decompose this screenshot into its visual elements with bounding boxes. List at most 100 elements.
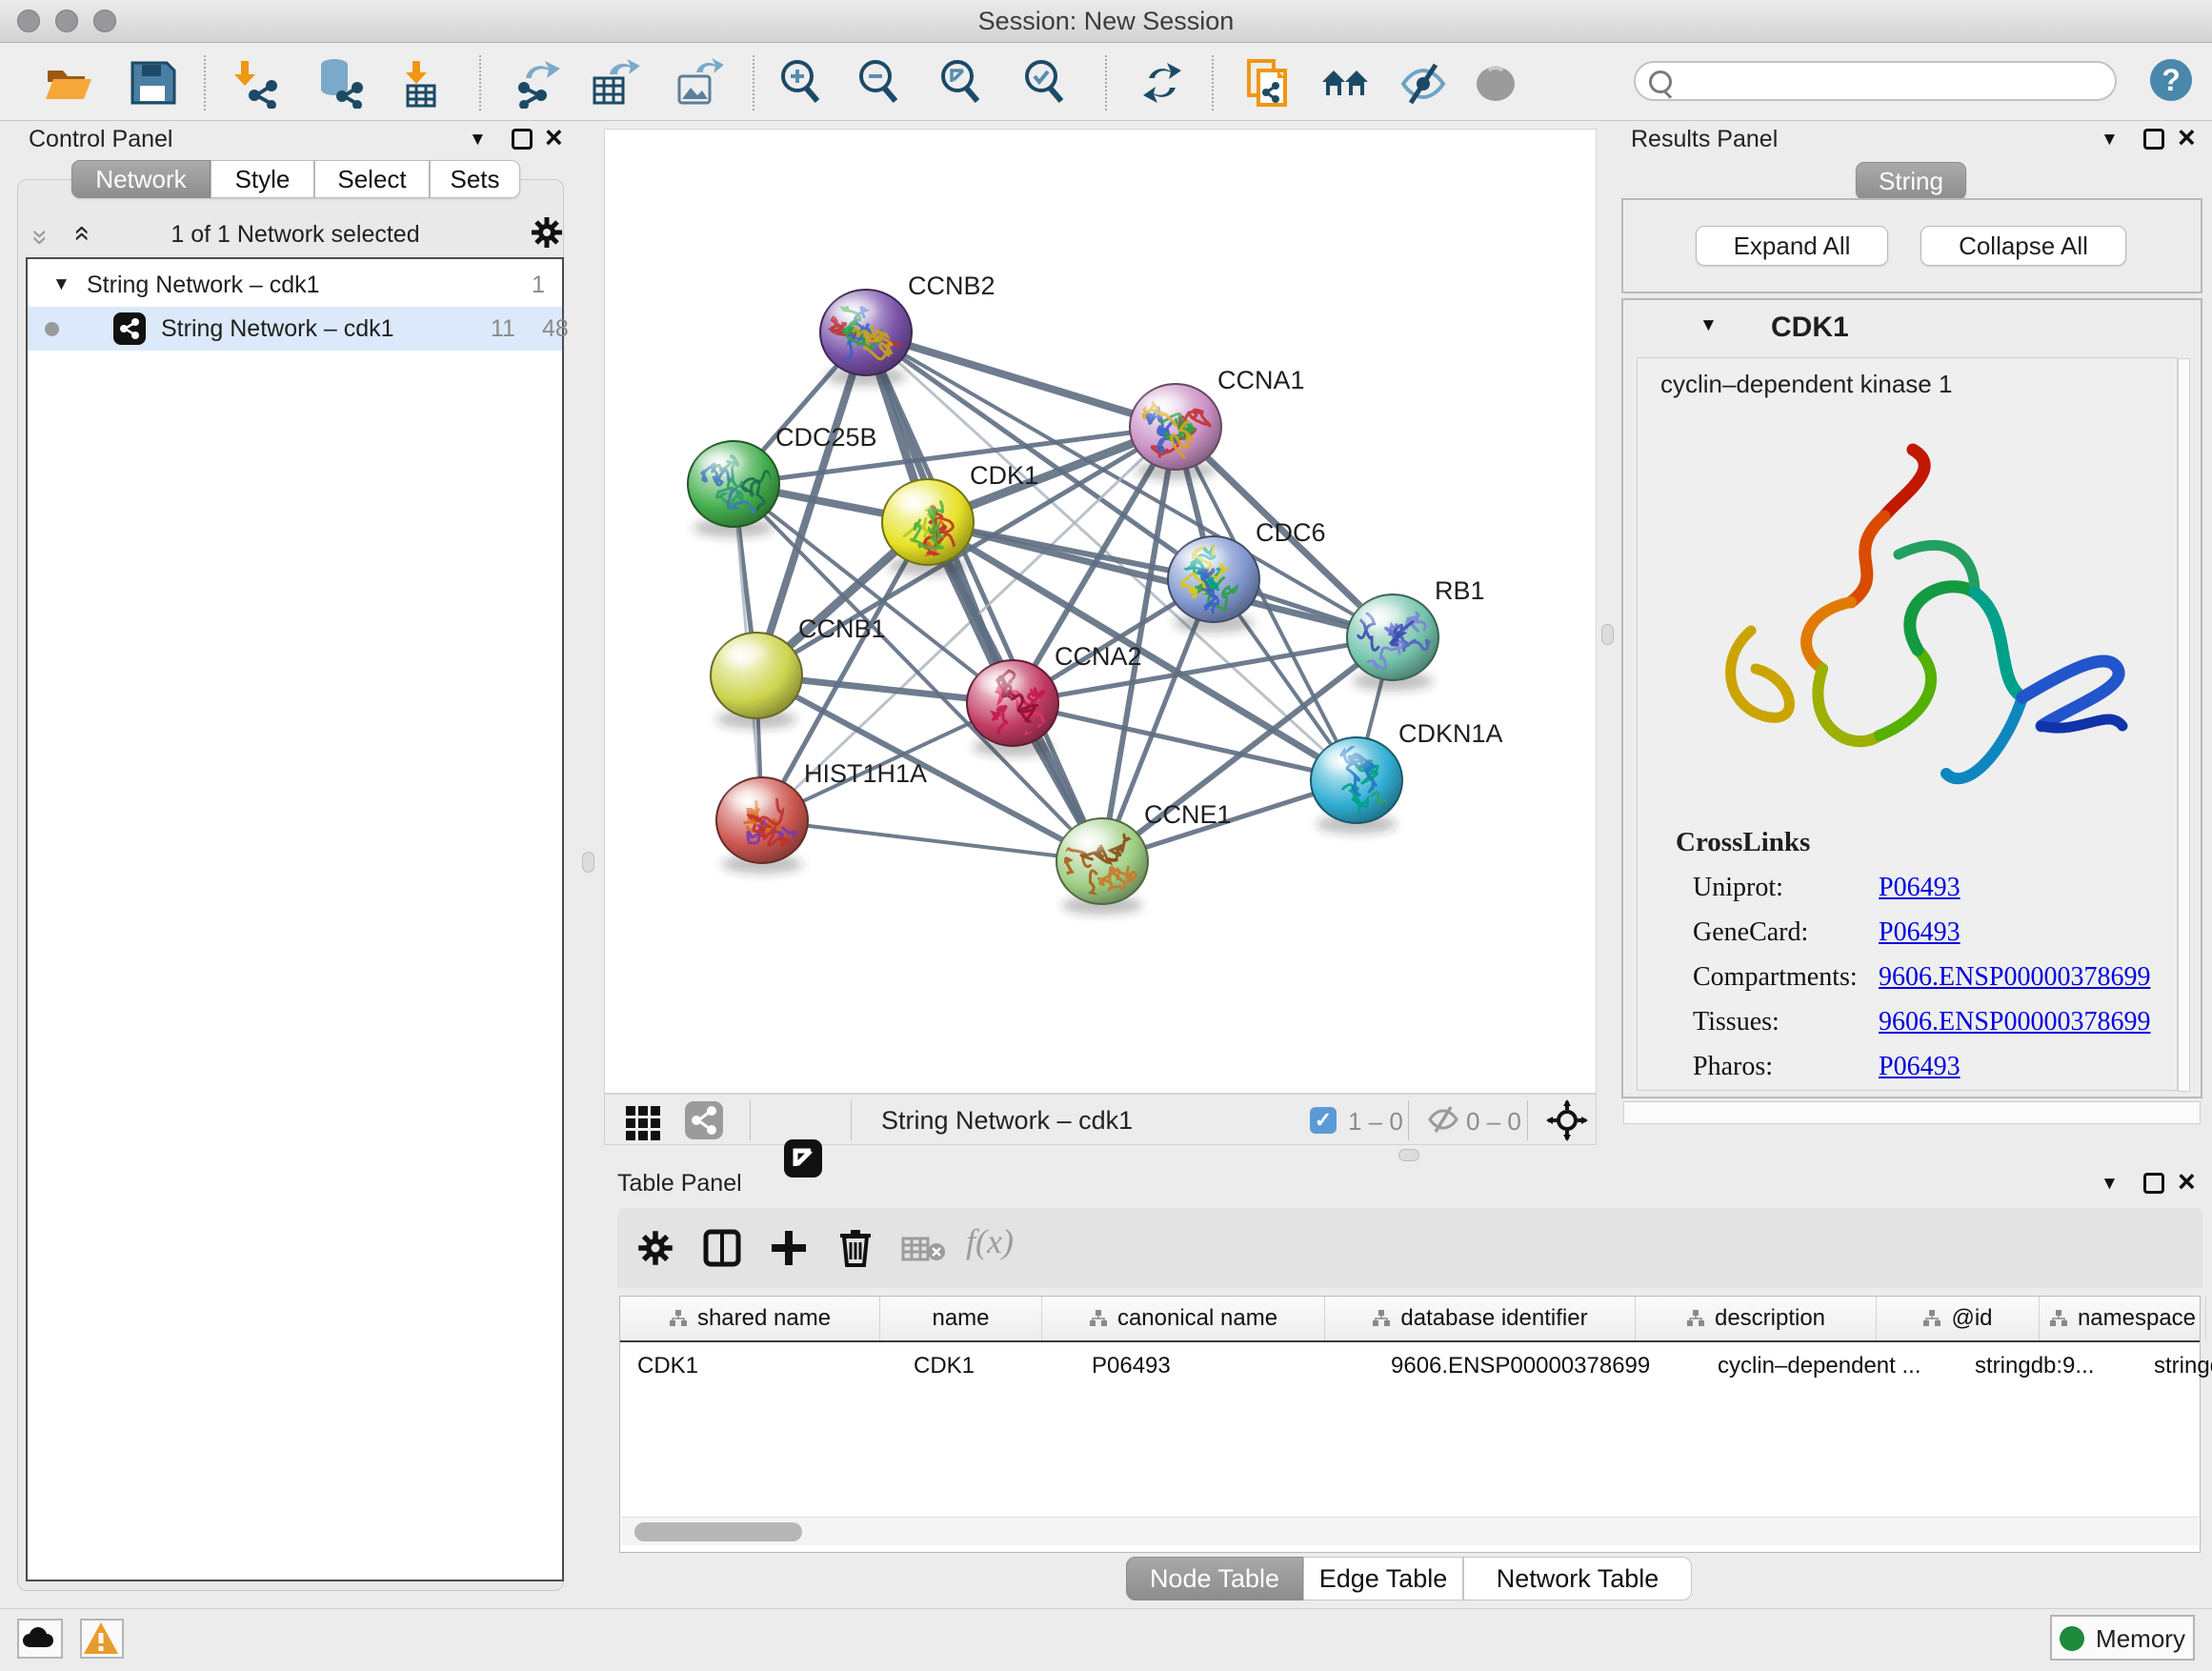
help-button[interactable]: ? (2150, 59, 2192, 101)
table-settings-gear-icon[interactable] (636, 1229, 674, 1267)
results-panel-collapse-icon[interactable]: ▼ (2101, 130, 2119, 151)
horizontal-splitter-handle[interactable] (1398, 1149, 1419, 1161)
string-homes-icon[interactable] (1319, 57, 1371, 109)
edge-HIST1H1A-CCNE1[interactable] (762, 820, 1102, 861)
search-input[interactable] (1634, 61, 2117, 101)
function-builder-icon[interactable]: f(x) (966, 1221, 1014, 1261)
table-cell[interactable]: P06493 (1075, 1342, 1374, 1390)
tab-network-table[interactable]: Network Table (1463, 1557, 1692, 1601)
clone-network-icon[interactable] (1241, 57, 1293, 109)
crosslinks-list: Uniprot:P06493GeneCard:P06493Compartment… (1693, 865, 2169, 1089)
tab-network[interactable]: Network (71, 160, 211, 198)
table-panel-float-icon[interactable] (2143, 1173, 2164, 1194)
zoom-out-icon[interactable] (853, 57, 904, 109)
hidden-eye-icon[interactable] (1426, 1104, 1460, 1135)
vertical-splitter-handle[interactable] (1601, 624, 1614, 645)
expand-all-button[interactable]: Expand All (1696, 226, 1888, 266)
network-row-selected[interactable]: String Network – cdk1 11 48 (28, 307, 562, 351)
column-header-canonical-name[interactable]: canonical name (1042, 1297, 1325, 1340)
table-row[interactable]: CDK1CDK1P064939606.ENSP00000378699cyclin… (620, 1342, 2200, 1390)
add-column-icon[interactable] (770, 1229, 808, 1267)
table-panel-close-icon[interactable]: × (2178, 1171, 2196, 1192)
hidden-count: 0 – 0 (1466, 1107, 1521, 1137)
pan-crosshair-icon[interactable] (1546, 1099, 1588, 1141)
birds-eye-view-icon[interactable] (626, 1106, 660, 1140)
control-panel-float-icon[interactable] (512, 129, 533, 150)
edge-CCNA2-CDKN1A[interactable] (1013, 703, 1357, 780)
delete-table-icon[interactable] (901, 1235, 945, 1263)
table-panel-collapse-icon[interactable]: ▼ (2101, 1174, 2119, 1195)
column-header-shared-name[interactable]: shared name (620, 1297, 880, 1340)
refresh-icon[interactable] (1136, 57, 1188, 109)
tab-sets[interactable]: Sets (430, 160, 520, 198)
zoom-selected-icon[interactable] (1018, 57, 1070, 109)
open-session-icon[interactable] (43, 57, 94, 109)
export-table-icon[interactable] (589, 57, 640, 109)
collapse-all-button[interactable]: Collapse All (1920, 226, 2126, 266)
table-cell[interactable]: stringdb (2137, 1342, 2212, 1390)
tab-node-table[interactable]: Node Table (1126, 1557, 1303, 1601)
column-header--id[interactable]: @id (1877, 1297, 2040, 1340)
network-status-dot (45, 322, 59, 336)
column-header-name[interactable]: name (880, 1297, 1042, 1340)
network-type-icon[interactable] (685, 1101, 723, 1139)
table-horizontal-scrollbar[interactable] (621, 1517, 2199, 1545)
import-network-database-icon[interactable] (313, 57, 365, 109)
import-network-file-icon[interactable] (230, 57, 281, 109)
node-label-CCNA2: CCNA2 (1055, 642, 1142, 671)
table-cell[interactable]: stringdb:9... (1958, 1342, 2137, 1390)
results-panel-title: Results Panel (1631, 126, 1778, 153)
zoom-in-icon[interactable] (774, 57, 826, 109)
hide-unhide-icon[interactable] (1398, 57, 1449, 109)
save-session-icon[interactable] (127, 57, 178, 109)
crosslink-link[interactable]: 9606.ENSP00000378699 (1879, 1007, 2150, 1037)
protein-structure-image (1660, 412, 2156, 831)
gene-section-expander-icon[interactable]: ▼ (1699, 315, 1718, 336)
results-horizontal-scrollbar[interactable] (1623, 1101, 2201, 1124)
tab-select[interactable]: Select (314, 160, 430, 198)
crosslink-link[interactable]: 9606.ENSP00000378699 (1879, 962, 2150, 993)
crosslink-link[interactable]: P06493 (1879, 1052, 1961, 1082)
show-graphics-icon[interactable] (1470, 57, 1521, 109)
network-options-gear-icon[interactable] (530, 215, 564, 250)
vertical-splitter-handle[interactable] (582, 852, 594, 873)
column-label: @id (1951, 1305, 1992, 1332)
tab-style[interactable]: Style (211, 160, 314, 198)
expand-all-networks-icon[interactable]: » (64, 230, 96, 242)
column-header-database-identifier[interactable]: database identifier (1325, 1297, 1636, 1340)
network-view-canvas[interactable]: CCNB2CCNA1CDC25BCDK1CDC6RB1CCNB1CCNA2CDK… (604, 129, 1597, 1094)
results-panel-close-icon[interactable]: × (2178, 127, 2196, 148)
export-network-icon[interactable] (513, 57, 564, 109)
memory-button[interactable]: Memory (2050, 1615, 2195, 1661)
table-cell[interactable]: CDK1 (896, 1342, 1075, 1390)
network-collection-row[interactable]: ▼ String Network – cdk1 1 (28, 263, 562, 307)
table-cell[interactable]: CDK1 (620, 1342, 896, 1390)
zoom-fit-icon[interactable] (935, 57, 986, 109)
control-panel-close-icon[interactable]: × (545, 127, 563, 148)
gene-name: CDK1 (1771, 312, 1849, 344)
crosslink-link[interactable]: P06493 (1879, 917, 1961, 948)
results-vertical-scrollbar[interactable] (2178, 358, 2190, 1092)
tab-edge-table[interactable]: Edge Table (1303, 1557, 1463, 1601)
open-in-window-icon[interactable] (784, 1139, 822, 1178)
export-image-icon[interactable] (672, 57, 723, 109)
cloud-button[interactable] (17, 1619, 63, 1659)
column-header-namespace[interactable]: namespace (2040, 1297, 2206, 1340)
edge-CCNB2-CCNA1[interactable] (866, 332, 1176, 427)
tab-string[interactable]: String (1856, 162, 1966, 200)
table-cell[interactable]: 9606.ENSP00000378699 (1374, 1342, 1700, 1390)
results-panel-float-icon[interactable] (2143, 129, 2164, 150)
column-header-description[interactable]: description (1636, 1297, 1877, 1340)
delete-column-icon[interactable] (836, 1227, 875, 1267)
collapse-all-networks-icon[interactable]: » (24, 230, 56, 242)
selected-count-checkbox[interactable]: ✓ (1310, 1107, 1337, 1134)
scrollbar-thumb[interactable] (634, 1522, 802, 1541)
crosslinks-title: CrossLinks (1676, 827, 1810, 858)
import-table-file-icon[interactable] (394, 57, 446, 109)
tree-expander-icon[interactable]: ▼ (52, 263, 70, 307)
show-columns-icon[interactable] (703, 1229, 741, 1267)
table-cell[interactable]: cyclin–dependent ... (1700, 1342, 1958, 1390)
control-panel-collapse-icon[interactable]: ▼ (469, 130, 487, 151)
crosslink-link[interactable]: P06493 (1879, 873, 1961, 903)
warning-button[interactable] (80, 1619, 124, 1659)
